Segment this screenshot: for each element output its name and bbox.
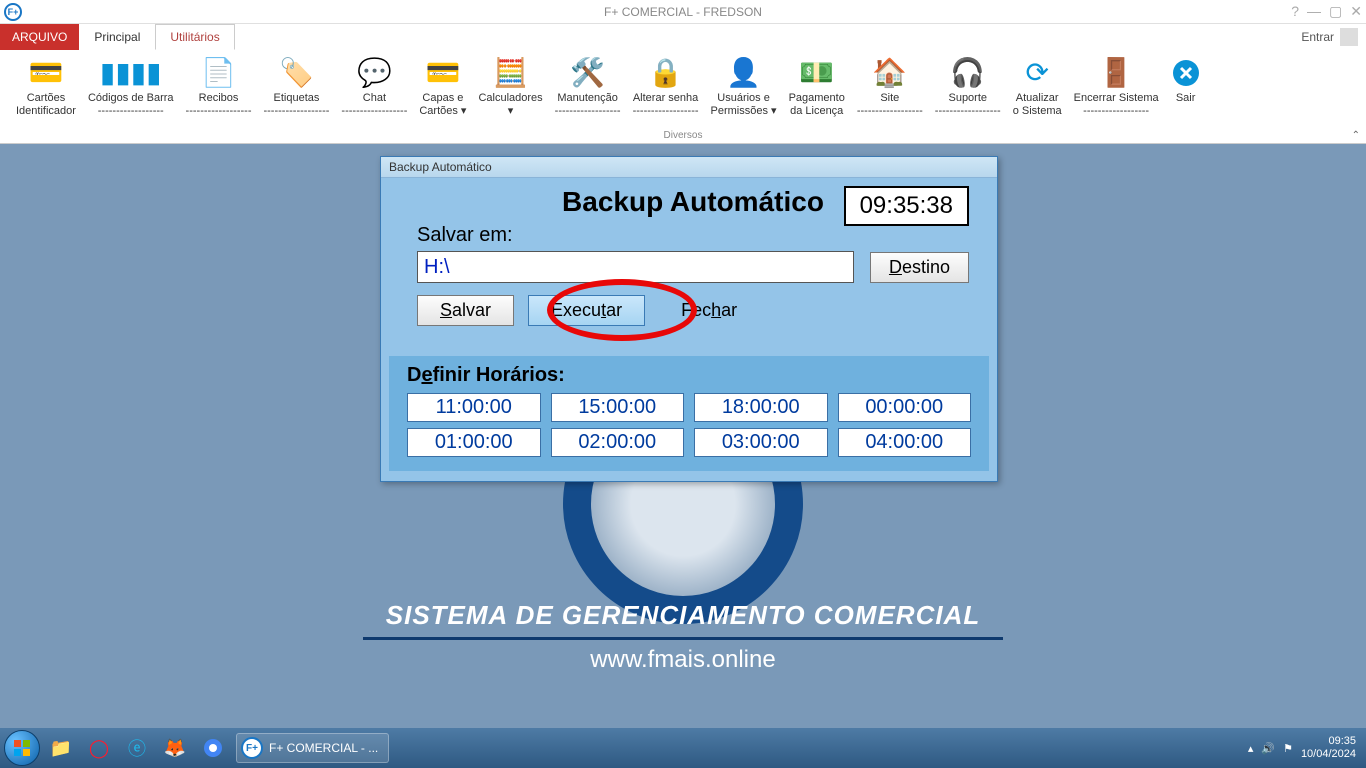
lock-icon: 🔒 [648,56,683,90]
ribbon-usuarios-permissoes[interactable]: 👤Usuários e Permissões ▾ [705,54,783,120]
ribbon-calculadores[interactable]: 🧮Calculadores ▾ [472,54,548,120]
clock-display: 09:35:38 [844,186,969,226]
taskbar: 📁 ◯ ⓔ 🦊 F+ F+ COMERCIAL - ... ▴ 🔊 ⚑ 09:3… [0,728,1366,768]
ribbon-recibos[interactable]: 📄Recibos ------------------ [180,54,258,120]
taskbar-opera-icon[interactable]: ◯ [82,733,116,763]
schedule-label: Definir Horários: [407,364,971,387]
refresh-icon: ⟳ [1025,56,1048,90]
schedule-time-3[interactable]: 00:00:00 [838,393,972,422]
fechar-button[interactable]: Fechar [659,296,759,325]
ribbon-atualizar-sistema[interactable]: ⟳Atualizar o Sistema [1007,54,1068,120]
taskbar-firefox-icon[interactable]: 🦊 [158,733,192,763]
ribbon-collapse-icon[interactable]: ⌃ [1352,130,1360,141]
exit-door-icon: 🚪 [1099,56,1134,90]
ribbon-manutencao[interactable]: 🛠️Manutenção ------------------ [549,54,627,120]
login-area[interactable]: Entrar [1301,24,1358,50]
schedule-time-4[interactable]: 01:00:00 [407,428,541,457]
minimize-icon[interactable]: — [1307,3,1321,20]
executar-button[interactable]: Executar [528,295,645,326]
destino-button[interactable]: Destino [870,252,969,283]
schedule-time-6[interactable]: 03:00:00 [694,428,828,457]
dialog-heading: Backup Automático [562,186,824,218]
ribbon-alterar-senha[interactable]: 🔒Alterar senha ------------------ [627,54,705,120]
tab-utilitarios[interactable]: Utilitários [155,24,234,50]
branding-headline: SISTEMA DE GERENCIAMENTO COMERCIAL [363,600,1003,631]
chat-icon: 💬 [357,56,392,90]
help-icon[interactable]: ? [1291,3,1299,20]
ribbon-etiquetas[interactable]: 🏷️Etiquetas ------------------ [257,54,335,120]
tab-file[interactable]: ARQUIVO [0,24,79,50]
taskbar-app-label: F+ COMERCIAL - ... [269,741,378,755]
schedule-time-1[interactable]: 15:00:00 [551,393,685,422]
destination-path-input[interactable] [417,251,854,283]
user-lock-icon: 👤 [726,56,761,90]
tray-clock[interactable]: 09:35 10/04/2024 [1301,735,1356,761]
branding-url: www.fmais.online [363,646,1003,674]
dialog-titlebar[interactable]: Backup Automático [381,157,997,178]
salvar-button[interactable]: Salvar [417,295,514,326]
schedule-grid: 11:00:00 15:00:00 18:00:00 00:00:00 01:0… [407,393,971,457]
tray-flag-icon[interactable]: ⚑ [1283,742,1293,755]
backup-dialog: Backup Automático Backup Automático 09:3… [380,156,998,482]
tray-chevron-icon[interactable]: ▴ [1248,742,1254,755]
ribbon-pagamento-licenca[interactable]: 💵Pagamento da Licença [783,54,851,120]
branding-divider [363,637,1003,640]
login-label: Entrar [1301,30,1334,44]
ribbon-sair[interactable]: Sair [1165,54,1207,107]
background-branding: SISTEMA DE GERENCIAMENTO COMERCIAL www.f… [363,600,1003,674]
client-area: SISTEMA DE GERENCIAMENTO COMERCIAL www.f… [0,144,1366,728]
schedule-time-7[interactable]: 04:00:00 [838,428,972,457]
ribbon-site[interactable]: 🏠Site ------------------ [851,54,929,120]
tags-icon: 🏷️ [279,56,314,90]
ribbon: 💳Cartões Identificador ▮▮▮▮Códigos de Ba… [0,50,1366,144]
barcode-icon: ▮▮▮▮ [100,56,162,90]
receipt-icon: 📄 [201,56,236,90]
wrench-icon: 🛠️ [570,56,605,90]
ribbon-cartoes-identificador[interactable]: 💳Cartões Identificador [10,54,82,120]
window-title: F+ COMERCIAL - FREDSON [604,5,762,19]
taskbar-app-task[interactable]: F+ F+ COMERCIAL - ... [236,733,389,763]
save-in-label: Salvar em: [417,224,969,247]
home-icon: 🏠 [872,56,907,90]
schedule-time-5[interactable]: 02:00:00 [551,428,685,457]
ribbon-codigos-barra[interactable]: ▮▮▮▮Códigos de Barra ------------------ [82,54,180,120]
ribbon-tabstrip: ARQUIVO Principal Utilitários Entrar [0,24,1366,50]
ribbon-group-label: Diversos [664,130,703,141]
ribbon-suporte[interactable]: 🎧Suporte ------------------ [929,54,1007,120]
schedule-time-0[interactable]: 11:00:00 [407,393,541,422]
calculator-icon: 🧮 [493,56,528,90]
avatar-icon [1340,28,1358,46]
maximize-icon[interactable]: ▢ [1329,3,1342,20]
ribbon-encerrar-sistema[interactable]: 🚪Encerrar Sistema ------------------ [1068,54,1165,120]
app-icon: F+ [4,3,22,21]
cards-icon: 💳 [425,56,460,90]
money-icon: 💵 [799,56,834,90]
ribbon-chat[interactable]: 💬Chat ------------------ [335,54,413,120]
schedule-time-2[interactable]: 18:00:00 [694,393,828,422]
id-card-icon: 💳 [29,56,64,90]
schedule-panel: Definir Horários: 11:00:00 15:00:00 18:0… [389,356,989,471]
taskbar-explorer-icon[interactable]: 📁 [44,733,78,763]
taskbar-app-icon: F+ [241,737,263,759]
window-titlebar: F+ F+ COMERCIAL - FREDSON ? — ▢ ✕ [0,0,1366,24]
start-button[interactable] [4,730,40,766]
taskbar-ie-icon[interactable]: ⓔ [120,733,154,763]
taskbar-chrome-icon[interactable] [196,733,230,763]
tray-volume-icon[interactable]: 🔊 [1261,742,1275,755]
ribbon-capas-cartoes[interactable]: 💳Capas e Cartões ▾ [413,54,472,120]
tab-principal[interactable]: Principal [79,24,155,50]
headset-icon: 🎧 [950,56,985,90]
close-circle-icon [1171,56,1201,90]
close-icon[interactable]: ✕ [1350,3,1362,20]
system-tray[interactable]: ▴ 🔊 ⚑ 09:35 10/04/2024 [1248,735,1362,761]
